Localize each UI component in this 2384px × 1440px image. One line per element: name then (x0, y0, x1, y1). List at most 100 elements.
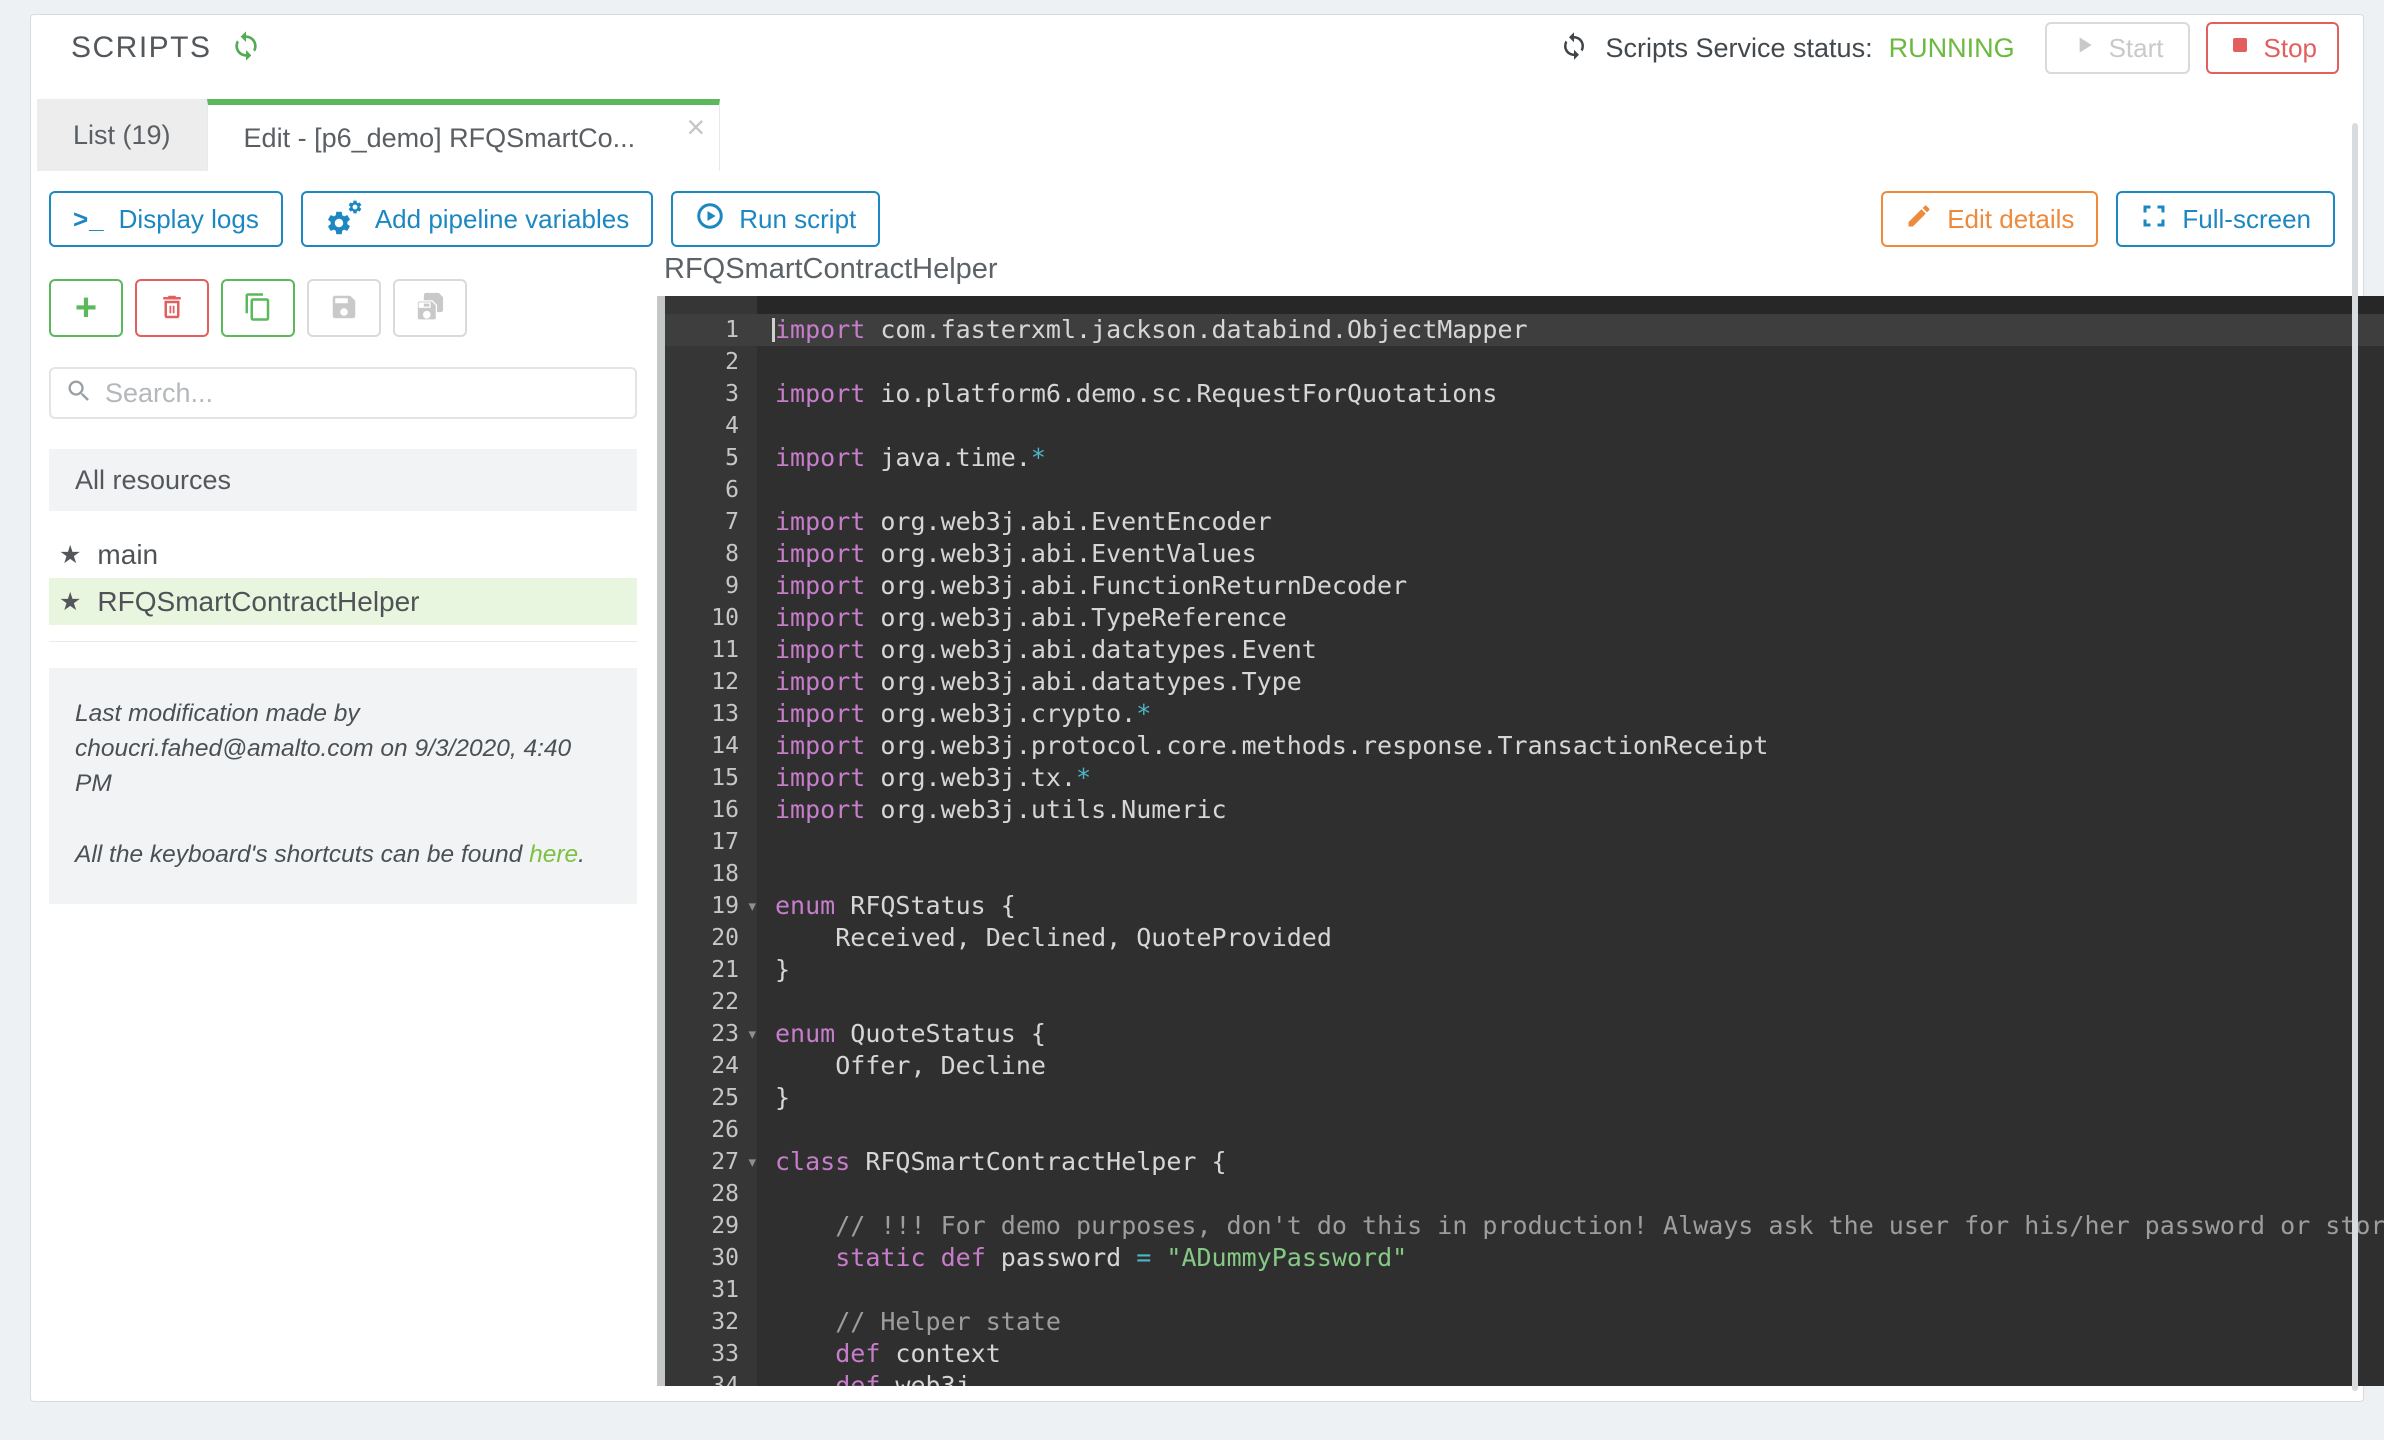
line-number: 21 (665, 954, 757, 986)
line-number: 28 (665, 1178, 757, 1210)
line-number: 33 (665, 1338, 757, 1370)
save-all-button[interactable] (393, 279, 467, 337)
code-line: 33 def context (665, 1338, 2384, 1370)
code-text (757, 1274, 2384, 1306)
full-screen-button[interactable]: Full-screen (2116, 191, 2335, 247)
close-tab-icon[interactable]: × (687, 111, 706, 143)
line-number: 6 (665, 474, 757, 506)
list-item-main[interactable]: ★ main (49, 531, 637, 578)
refresh-icon[interactable] (230, 30, 262, 67)
fold-arrow-icon[interactable]: ▾ (748, 1018, 756, 1050)
code-line: 22 (665, 986, 2384, 1018)
line-number: 17 (665, 826, 757, 858)
code-text: enum QuoteStatus { (757, 1018, 2384, 1050)
expand-icon (2140, 202, 2168, 237)
code-line: 28 (665, 1178, 2384, 1210)
editor-top-padding (665, 296, 2384, 314)
code-line: 2 (665, 346, 2384, 378)
code-text: // Helper state (757, 1306, 2384, 1338)
code-text: Offer, Decline (757, 1050, 2384, 1082)
shortcuts-link[interactable]: here (529, 841, 578, 868)
code-text (757, 1114, 2384, 1146)
fold-arrow-icon[interactable]: ▾ (748, 1146, 756, 1178)
code-line: 29 // !!! For demo purposes, don't do th… (665, 1210, 2384, 1242)
fold-arrow-icon[interactable]: ▾ (748, 890, 756, 922)
code-text: import org.web3j.tx.* (757, 762, 2384, 794)
code-text (757, 346, 2384, 378)
start-service-button[interactable]: Start (2045, 22, 2190, 74)
modification-line1: Last modification made by (75, 696, 611, 731)
code-editor[interactable]: 1import com.fasterxml.jackson.databind.O… (665, 296, 2384, 1386)
gears-icon (325, 201, 361, 237)
code-line: 14import org.web3j.protocol.core.methods… (665, 730, 2384, 762)
stop-service-button[interactable]: Stop (2206, 22, 2340, 74)
code-line: 11import org.web3j.abi.datatypes.Event (665, 634, 2384, 666)
line-number: 8 (665, 538, 757, 570)
code-text: import org.web3j.utils.Numeric (757, 794, 2384, 826)
line-number: 31 (665, 1274, 757, 1306)
add-pipeline-variables-button[interactable]: Add pipeline variables (301, 191, 653, 247)
code-line: 9import org.web3j.abi.FunctionReturnDeco… (665, 570, 2384, 602)
code-line: 17 (665, 826, 2384, 858)
code-text: def context (757, 1338, 2384, 1370)
code-text: Received, Declined, QuoteProvided (757, 922, 2384, 954)
run-script-button[interactable]: Run script (671, 191, 880, 247)
edit-details-label: Edit details (1947, 204, 2074, 235)
code-line: 12import org.web3j.abi.datatypes.Type (665, 666, 2384, 698)
add-script-button[interactable]: + (49, 279, 123, 337)
code-text: import java.time.* (757, 442, 2384, 474)
play-icon (2071, 32, 2097, 65)
code-line: 24 Offer, Decline (665, 1050, 2384, 1082)
delete-script-button[interactable] (135, 279, 209, 337)
line-number: 4 (665, 410, 757, 442)
code-line: 34 def web3j (665, 1370, 2384, 1386)
code-line: 8import org.web3j.abi.EventValues (665, 538, 2384, 570)
line-number: 1 (665, 314, 757, 346)
line-number: 13 (665, 698, 757, 730)
editor-left-scrollbar[interactable] (657, 296, 665, 1386)
tab-edit-script[interactable]: Edit - [p6_demo] RFQSmartCo... × (207, 99, 721, 171)
script-star-icon: ★ (59, 587, 81, 616)
code-line: 18 (665, 858, 2384, 890)
line-number: 26 (665, 1114, 757, 1146)
code-line: 10import org.web3j.abi.TypeReference (665, 602, 2384, 634)
line-number: 27▾ (665, 1146, 757, 1178)
full-screen-label: Full-screen (2182, 204, 2311, 235)
tab-list[interactable]: List (19) (37, 99, 207, 171)
code-text (757, 474, 2384, 506)
resources-group-header: All resources (49, 449, 637, 511)
list-item-rfqsmartcontracthelper[interactable]: ★ RFQSmartContractHelper (49, 578, 637, 625)
code-text: class RFQSmartContractHelper { (757, 1146, 2384, 1178)
start-button-label: Start (2109, 33, 2164, 64)
line-number: 7 (665, 506, 757, 538)
code-text: import org.web3j.protocol.core.methods.r… (757, 730, 2384, 762)
duplicate-script-button[interactable] (221, 279, 295, 337)
code-text: import org.web3j.abi.EventEncoder (757, 506, 2384, 538)
code-line: 16import org.web3j.utils.Numeric (665, 794, 2384, 826)
code-text: enum RFQStatus { (757, 890, 2384, 922)
code-text (757, 858, 2384, 890)
line-number: 22 (665, 986, 757, 1018)
code-line: 6 (665, 474, 2384, 506)
code-text: // !!! For demo purposes, don't do this … (757, 1210, 2384, 1242)
save-all-icon (414, 291, 446, 326)
save-script-button[interactable] (307, 279, 381, 337)
search-input[interactable] (105, 378, 621, 409)
play-circle-icon (695, 201, 725, 238)
resource-label: RFQSmartContractHelper (97, 586, 419, 618)
edit-details-button[interactable]: Edit details (1881, 191, 2098, 247)
trash-icon (157, 292, 187, 325)
panel-header: SCRIPTS Scripts Service status: RUNNING … (31, 15, 2363, 81)
run-script-label: Run script (739, 204, 856, 235)
panel-scrollbar[interactable] (2352, 123, 2358, 1391)
line-number: 14 (665, 730, 757, 762)
line-number: 5 (665, 442, 757, 474)
code-line: 31 (665, 1274, 2384, 1306)
line-number: 30 (665, 1242, 757, 1274)
search-box (49, 367, 637, 419)
line-number: 16 (665, 794, 757, 826)
code-line: 23▾enum QuoteStatus { (665, 1018, 2384, 1050)
status-refresh-icon[interactable] (1559, 31, 1589, 66)
service-status-label: Scripts Service status: (1605, 33, 1872, 64)
display-logs-button[interactable]: >_ Display logs (49, 191, 283, 247)
